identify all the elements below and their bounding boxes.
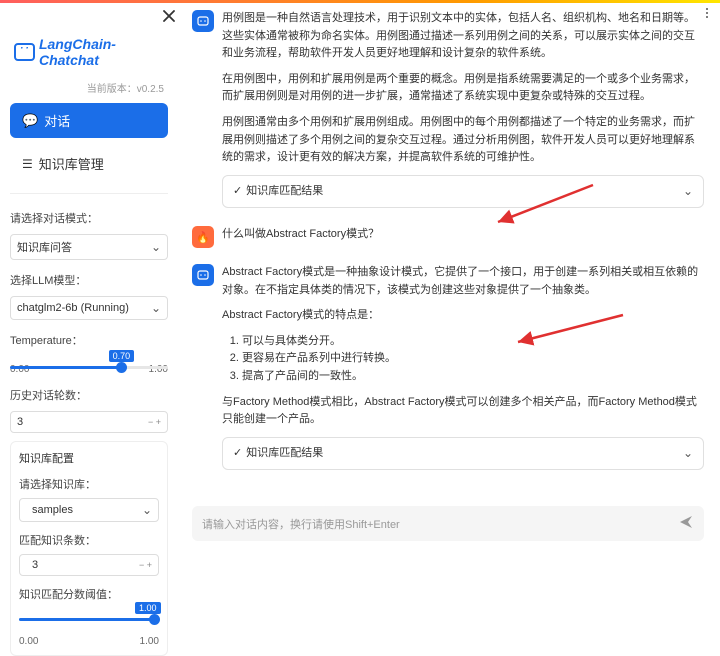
nav-kb[interactable]: ☰ 知识库管理	[10, 146, 168, 181]
nav-kb-label: 知识库管理	[39, 154, 104, 173]
thresh-slider[interactable]: 1.00	[19, 608, 159, 630]
annotation-arrow	[508, 310, 628, 350]
chat-bubble-icon: 💬	[22, 113, 38, 129]
logo-icon	[14, 43, 35, 61]
chevron-down-icon	[683, 182, 693, 202]
send-icon[interactable]	[678, 514, 694, 533]
user-avatar-icon: 🔥	[192, 226, 214, 248]
chevron-down-icon	[151, 301, 161, 315]
ai-avatar-icon	[192, 10, 214, 32]
mode-label: 请选择对话模式：	[10, 210, 168, 226]
kb-result-expander[interactable]: ✓知识库匹配结果	[222, 175, 704, 209]
user-text: 什么叫做Abstract Factory模式？	[222, 226, 704, 244]
chevron-down-icon	[142, 503, 152, 517]
version-line: 当前版本：v0.2.5	[10, 80, 168, 95]
close-sidebar-icon[interactable]	[163, 10, 175, 25]
list-item: 提高了产品间的一致性。	[242, 368, 704, 386]
kb-select-label: 请选择知识库：	[19, 476, 159, 492]
user-message: 🔥 什么叫做Abstract Factory模式？	[192, 226, 704, 252]
ai-text: 用例图通常由多个用例和扩展用例组成。用例图中的每个用例都描述了一个特定的业务需求…	[222, 114, 704, 167]
topk-stepper[interactable]: 3 − +	[19, 554, 159, 576]
list-item: 更容易在产品系列中进行转换。	[242, 350, 704, 368]
chat-area: 用例图是一种自然语言处理技术，用于识别文本中的实体，包括人名、组织机构、地名和日…	[178, 0, 720, 547]
llm-select[interactable]: chatglm2-6b (Running)	[10, 296, 168, 320]
ai-message: Abstract Factory模式是一种抽象设计模式，它提供了一个接口，用于创…	[192, 264, 704, 470]
stepper-icons: − +	[148, 417, 161, 427]
kb-select[interactable]: samples	[19, 498, 159, 522]
llm-label: 选择LLM模型：	[10, 272, 168, 288]
brand-name: LangChain-Chatchat	[39, 36, 168, 68]
topk-label: 匹配知识条数：	[19, 532, 159, 548]
stepper-icons: − +	[139, 560, 152, 570]
divider	[10, 193, 168, 194]
history-stepper[interactable]: 3 − +	[10, 411, 168, 433]
annotation-arrow	[488, 180, 598, 230]
nav-chat-label: 对话	[44, 111, 70, 130]
chevron-down-icon	[151, 240, 161, 254]
kebab-menu-icon[interactable]	[706, 8, 708, 18]
ai-avatar-icon	[192, 264, 214, 286]
kb-config-title: 知识库配置	[19, 450, 159, 466]
llm-value: chatglm2-6b (Running)	[17, 302, 129, 314]
input-placeholder: 请输入对话内容，换行请使用Shift+Enter	[202, 516, 400, 532]
chat-input[interactable]: 请输入对话内容，换行请使用Shift+Enter	[192, 506, 704, 541]
ai-text: Abstract Factory模式的特点是：	[222, 307, 704, 325]
chevron-down-icon	[683, 444, 693, 464]
history-label: 历史对话轮数：	[10, 387, 168, 403]
ai-text: Abstract Factory模式是一种抽象设计模式，它提供了一个接口，用于创…	[222, 264, 704, 299]
mode-value: 知识库问答	[17, 239, 72, 255]
topk-value: 3	[32, 559, 38, 571]
list-icon: ☰	[22, 157, 33, 171]
thresh-label: 知识匹配分数阈值：	[19, 586, 159, 602]
ai-text: 与Factory Method模式相比，Abstract Factory模式可以…	[222, 394, 704, 429]
ai-text: 用例图是一种自然语言处理技术，用于识别文本中的实体，包括人名、组织机构、地名和日…	[222, 10, 704, 63]
nav-chat[interactable]: 💬 对话	[10, 103, 168, 138]
sidebar: LangChain-Chatchat 当前版本：v0.2.5 💬 对话 ☰ 知识…	[0, 0, 178, 547]
top-gradient	[0, 0, 720, 3]
ai-text: 在用例图中，用例和扩展用例是两个重要的概念。用例是指系统需要满足的一个或多个业务…	[222, 71, 704, 106]
history-value: 3	[17, 416, 23, 428]
list-item: 可以与具体类分开。	[242, 333, 704, 351]
ai-message: 用例图是一种自然语言处理技术，用于识别文本中的实体，包括人名、组织机构、地名和日…	[192, 10, 704, 208]
app-logo: LangChain-Chatchat	[10, 36, 168, 68]
mode-select[interactable]: 知识库问答	[10, 234, 168, 260]
kb-select-value: samples	[32, 504, 73, 516]
temperature-label: Temperature：	[10, 332, 168, 348]
thresh-range: 0.001.00	[19, 636, 159, 647]
kb-result-expander[interactable]: ✓知识库匹配结果	[222, 437, 704, 471]
kb-config-panel: 知识库配置 请选择知识库： samples 匹配知识条数： 3 − + 知识匹配…	[10, 441, 168, 656]
